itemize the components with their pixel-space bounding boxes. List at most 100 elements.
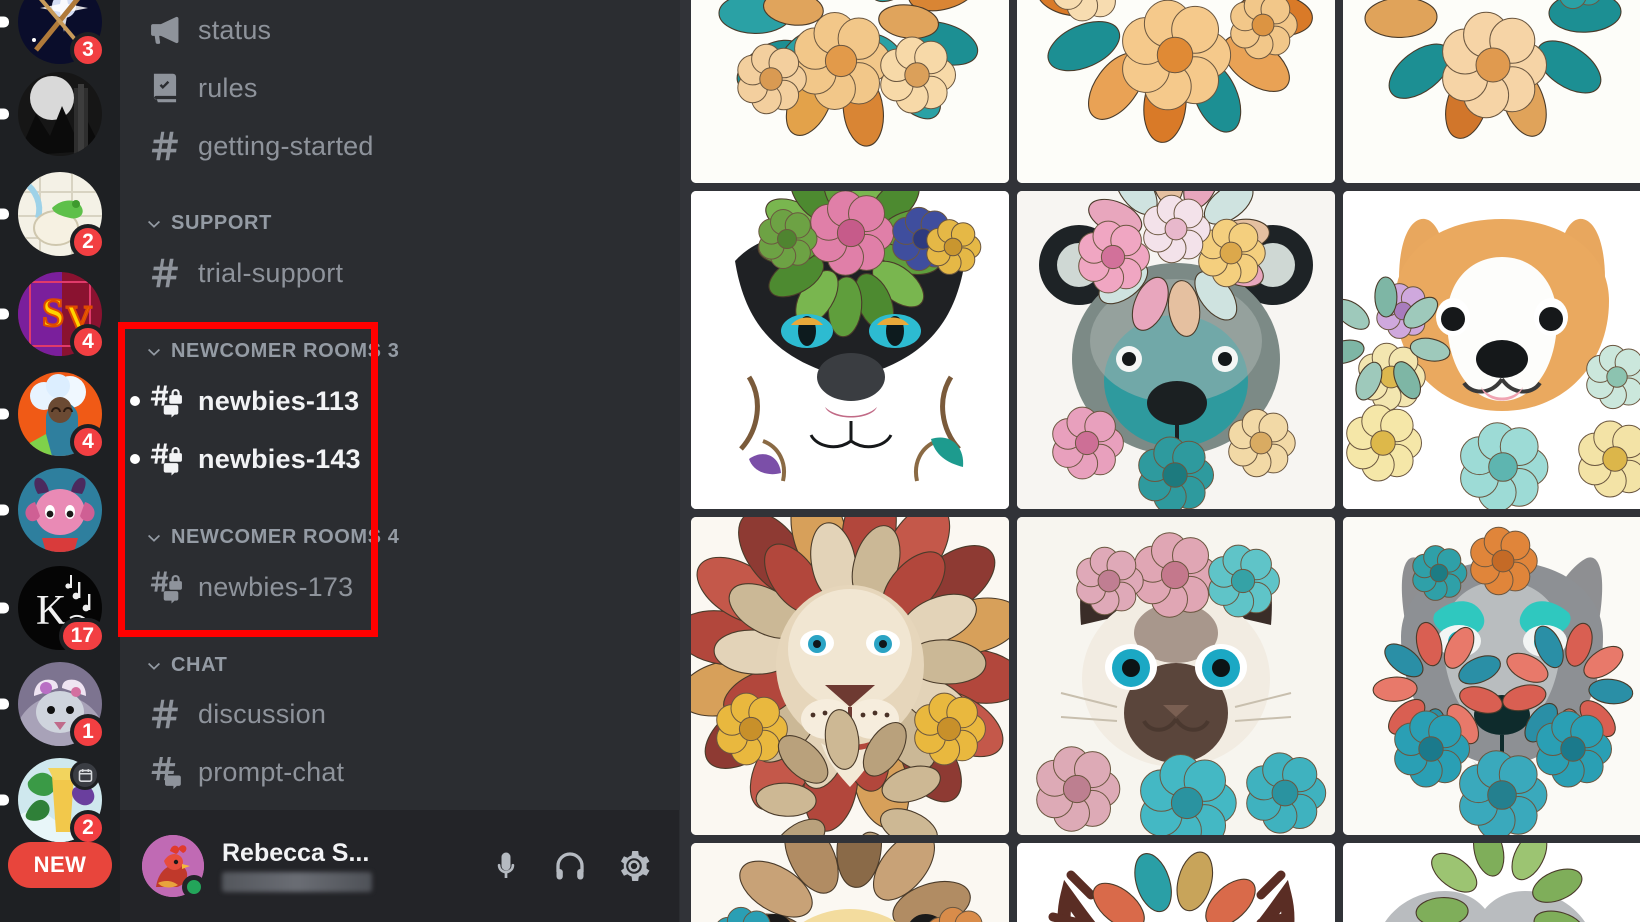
user-panel: Rebecca S... — [120, 810, 680, 922]
server-rail: 3 2 S V 4 4 K 17 1 2 NEW — [0, 0, 120, 922]
siamese-cat-artwork — [1017, 517, 1335, 835]
tile-floral-orange[interactable] — [1017, 0, 1335, 183]
channel-sidebar: status rules getting-started SUPPORT tri… — [120, 0, 680, 922]
chevron-down-icon — [148, 662, 160, 670]
bear-artwork — [1017, 191, 1335, 509]
black-panther-artwork — [691, 191, 1009, 509]
thread-hash-icon — [151, 756, 181, 790]
server-sv-logo[interactable]: S V 4 — [0, 272, 106, 360]
server-notification-badge: 3 — [70, 32, 106, 68]
headphones-icon[interactable] — [552, 848, 588, 884]
channel-category-support[interactable]: SUPPORT — [146, 212, 272, 235]
server-notification-badge: 4 — [70, 324, 106, 360]
channel-category-chat[interactable]: CHAT — [146, 654, 227, 677]
chevron-down-icon — [148, 534, 160, 542]
rules-book-icon — [153, 73, 177, 103]
gear-icon[interactable] — [616, 848, 652, 884]
server-unread-pill — [0, 408, 9, 420]
private-thread-icon — [150, 385, 182, 418]
server-unread-pill — [0, 504, 9, 516]
channel-item-newbies-173[interactable]: newbies-173 — [146, 568, 353, 606]
tile-floral-peach[interactable] — [1343, 0, 1640, 183]
channel-name: prompt-chat — [198, 756, 345, 787]
category-label: NEWCOMER ROOMS 3 — [171, 340, 400, 362]
tile-lion[interactable] — [691, 517, 1009, 835]
floral-orange-artwork — [1017, 0, 1335, 183]
channel-category-newcomer-rooms-4[interactable]: NEWCOMER ROOMS 4 — [146, 526, 400, 549]
server-wizard[interactable]: 2 — [0, 758, 106, 846]
tile-black-panther[interactable] — [691, 191, 1009, 509]
microphone-icon[interactable] — [488, 848, 524, 884]
image-gallery-pane — [680, 0, 1640, 922]
server-unread-pill — [0, 308, 9, 320]
server-notification-badge: 4 — [70, 424, 106, 460]
tile-owl[interactable] — [691, 843, 1009, 922]
category-label: CHAT — [171, 654, 228, 676]
tile-floral-bouquet[interactable] — [691, 0, 1009, 183]
tile-wolf[interactable] — [1343, 517, 1640, 835]
status-badge-online — [182, 875, 206, 899]
tile-stag[interactable] — [1017, 843, 1335, 922]
server-notification-badge: 2 — [70, 224, 106, 260]
server-frog-map[interactable]: 2 — [0, 172, 106, 260]
image-grid — [691, 0, 1640, 922]
channel-name: newbies-173 — [198, 571, 354, 602]
server-cat-hat[interactable]: 1 — [0, 662, 106, 750]
tile-elephant[interactable] — [1343, 843, 1640, 922]
channel-item-prompt-chat[interactable]: prompt-chat — [146, 753, 344, 791]
channel-name: rules — [198, 72, 258, 103]
svg-text:S: S — [42, 290, 64, 335]
user-controls — [488, 848, 652, 884]
channel-name: status — [198, 14, 272, 45]
chevron-down-icon — [148, 348, 160, 356]
server-unread-pill — [0, 16, 9, 28]
server-k-music[interactable]: K 17 — [0, 566, 106, 654]
user-tag-redacted — [222, 871, 372, 892]
channel-item-rules[interactable]: rules — [146, 69, 258, 107]
channel-category-newcomer-rooms-3[interactable]: NEWCOMER ROOMS 3 — [146, 340, 400, 363]
announcement-icon — [151, 16, 179, 44]
server-notification-badge: 2 — [70, 810, 106, 846]
server-unread-pill — [0, 602, 9, 614]
server-hero[interactable]: 4 — [0, 372, 106, 460]
floral-bouquet-artwork — [691, 0, 1009, 183]
wolf-artwork — [1343, 517, 1640, 835]
tile-bear[interactable] — [1017, 191, 1335, 509]
elephant-artwork — [1343, 843, 1640, 922]
channel-item-newbies-113[interactable]: newbies-113 — [130, 382, 360, 420]
channel-item-status[interactable]: status — [146, 11, 271, 49]
channel-name: trial-support — [198, 257, 344, 288]
channel-item-getting-started[interactable]: getting-started — [146, 127, 374, 165]
new-servers-pill[interactable]: NEW — [8, 842, 112, 888]
discord-app-window: 3 2 S V 4 4 K 17 1 2 NEW status rules ge… — [0, 0, 1640, 922]
server-galaxy[interactable]: 3 — [0, 0, 106, 68]
server-unread-pill — [0, 698, 9, 710]
server-notification-badge: 1 — [70, 714, 106, 750]
server-moonlit-avatar — [18, 72, 102, 156]
floral-peach-artwork — [1343, 0, 1640, 183]
channel-name: newbies-143 — [198, 443, 361, 474]
unread-indicator — [130, 454, 140, 464]
server-unread-pill — [0, 794, 9, 806]
lion-artwork — [691, 517, 1009, 835]
channel-list[interactable]: status rules getting-started SUPPORT tri… — [120, 0, 680, 810]
channel-name: newbies-113 — [198, 385, 360, 416]
avatar[interactable] — [142, 835, 206, 899]
server-unread-pill — [0, 208, 9, 220]
server-notification-badge: 17 — [58, 618, 106, 654]
hash-icon — [151, 258, 178, 288]
hash-icon — [151, 131, 178, 161]
channel-item-discussion[interactable]: discussion — [146, 695, 326, 733]
tile-corgi[interactable] — [1343, 191, 1640, 509]
tile-siamese-cat[interactable] — [1017, 517, 1335, 835]
server-dragon[interactable] — [0, 468, 102, 552]
channel-item-trial-support[interactable]: trial-support — [146, 254, 343, 292]
owl-artwork — [691, 843, 1009, 922]
user-identity[interactable]: Rebecca S... — [222, 840, 488, 892]
channel-name: discussion — [198, 698, 327, 729]
channel-item-newbies-143[interactable]: newbies-143 — [130, 440, 361, 478]
server-dragon-avatar — [18, 468, 102, 552]
chevron-down-icon — [148, 220, 160, 228]
server-moonlit[interactable] — [0, 72, 102, 156]
private-thread-icon — [150, 443, 182, 476]
